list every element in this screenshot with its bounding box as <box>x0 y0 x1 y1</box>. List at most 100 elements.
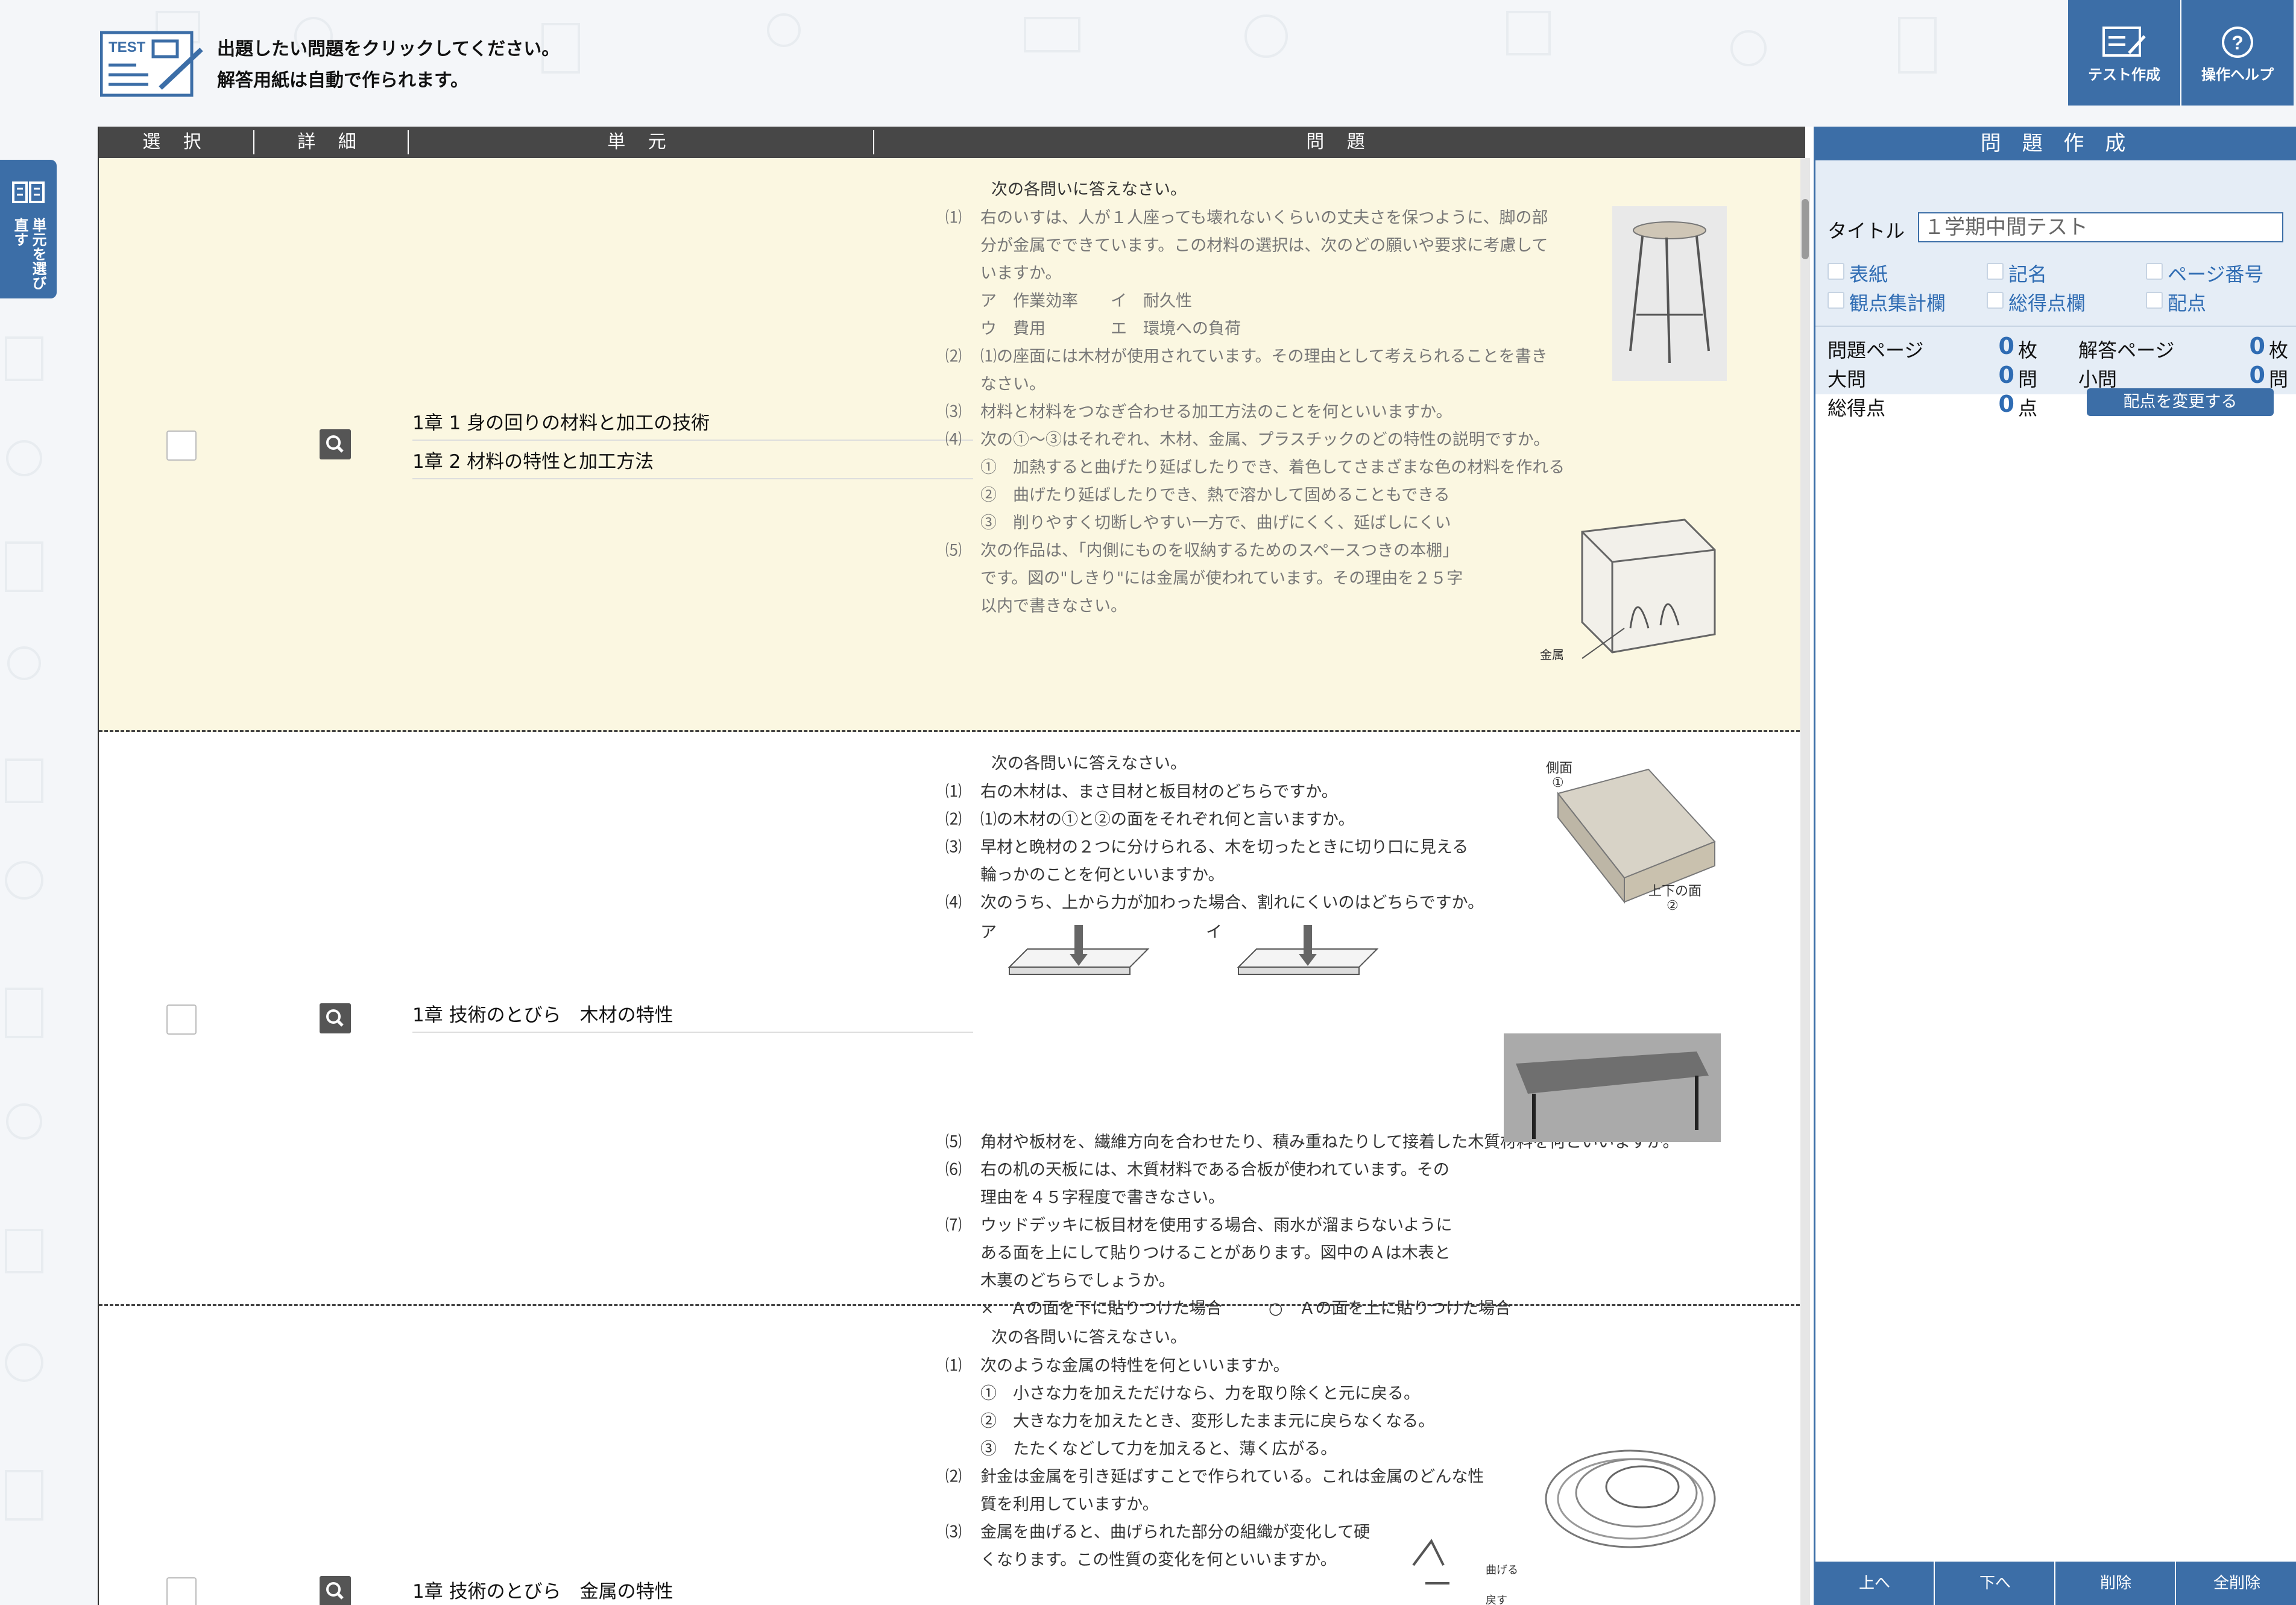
panel-settings: タイトル １学期中間テスト 表紙 記名 ページ番号 観点集計欄 総得点欄 配点 … <box>1815 160 2296 420</box>
big-q-value: 0 <box>1998 362 2014 388</box>
answer-pages-label: 解答ページ <box>2078 339 2175 362</box>
delete-button[interactable]: 削除 <box>2057 1562 2176 1605</box>
question-text-line: くなります。この性質の変化を何といいますか。 <box>980 1551 1337 1569</box>
side-label: 側面 <box>1546 761 1573 776</box>
bend-label: 戻す <box>1486 1594 1507 1605</box>
question-text-line: ウッドデッキに板目材を使用する場合、雨水が溜まらないように <box>980 1216 1452 1235</box>
panel-title: 問 題 作 成 <box>1815 127 2296 160</box>
test-builder-panel: 問 題 作 成 タイトル １学期中間テスト 表紙 記名 ページ番号 観点集計欄 … <box>1814 127 2296 1605</box>
question-number: ⑴ <box>945 1357 962 1375</box>
unit-label: 1章 技術のとびら 金属の特性 <box>412 1576 973 1605</box>
question-text-line: ① 加熱すると曲げたり延ばしたりでき、着色してさまざまな色の材料を作れる <box>980 458 1565 477</box>
question-text-line: 次の作品は、「内側にものを収納するためのスペースつきの本棚」 <box>980 541 1459 560</box>
total-value: 0 <box>1998 391 2014 417</box>
question-text-line: 木裏のどちらでしょうか。 <box>980 1272 1175 1290</box>
table-scroll-thumb[interactable] <box>1802 199 1809 259</box>
stool-image <box>1612 206 1727 381</box>
cover-label: 表紙 <box>1849 263 1888 286</box>
table-row[interactable]: 1章 技術のとびら 木材の特性 次の各問いに答えなさい。 ⑴ 右の木材は、まさ目材… <box>99 732 1805 1318</box>
change-points-button[interactable]: 配点を変更する <box>2087 388 2274 416</box>
help-button[interactable]: ? 操作ヘルプ <box>2181 0 2294 106</box>
name-checkbox[interactable] <box>1987 263 2004 280</box>
question-intro: 次の各問いに答えなさい。 <box>991 754 1187 773</box>
test-logo-icon: TEST <box>100 31 203 97</box>
question-intro: 次の各問いに答えなさい。 <box>991 180 1187 199</box>
select-checkbox[interactable] <box>166 430 197 461</box>
bend-diagram <box>1412 1539 1449 1585</box>
wire-coil-image <box>1545 1449 1716 1548</box>
bookshelf-image <box>1581 519 1716 659</box>
points-label: 配点 <box>2168 292 2207 315</box>
question-text-line: 早材と晩材の２つに分けられる、木を切ったときに切り口に見える <box>980 838 1469 857</box>
name-label: 記名 <box>2008 263 2048 286</box>
question-text-line: ③ 削りやすく切断しやすい一方で、曲げにくく、延ばしにくい <box>980 514 1451 532</box>
question-number: ⑸ <box>945 1133 962 1152</box>
col-select: 選 択 <box>142 131 210 153</box>
table-row[interactable]: 1章 技術のとびら 金属の特性 次の各問いに答えなさい。 ⑴ 次のような金属の特性… <box>99 1306 1805 1605</box>
force-diagram <box>1008 925 1379 975</box>
question-number: ⑹ <box>945 1161 962 1179</box>
move-up-button[interactable]: 上へ <box>1815 1562 1935 1605</box>
cover-checkbox[interactable] <box>1828 263 1844 280</box>
detail-button[interactable] <box>320 429 351 459</box>
small-q-value: 0 <box>2249 362 2265 388</box>
col-question: 問 題 <box>1306 131 1374 153</box>
desk-image <box>1504 1033 1721 1142</box>
instruction-line-2: 解答用紙は自動で作られます。 <box>217 70 468 91</box>
question-text-line: ウ 費用 エ 環境への負荷 <box>980 320 1241 338</box>
total-score-label: 総得点欄 <box>2008 292 2086 315</box>
question-text-line: ⑴の木材の①と②の面をそれぞれ何と言いますか。 <box>980 810 1355 829</box>
table-row[interactable]: 1章 1 身の回りの材料と加工の技術 1章 2 材料の特性と加工方法 次の各問い… <box>99 158 1805 732</box>
question-text-line: 質を利用していますか。 <box>980 1495 1159 1514</box>
question-text-line: ア 作業効率 イ 耐久性 <box>980 292 1192 311</box>
unit-label: 1章 2 材料の特性と加工方法 <box>412 446 973 479</box>
question-number: ⑴ <box>945 783 962 801</box>
col-detail: 詳 細 <box>297 131 365 153</box>
detail-button[interactable] <box>320 1576 351 1605</box>
question-text-line: 分が金属でできています。この材料の選択は、次のどの願いや要求に考慮して <box>980 236 1548 255</box>
question-number: ⑶ <box>945 838 962 857</box>
instruction-text: 出題したい問題をクリックしてください。 解答用紙は自動で作られます。 <box>217 34 560 96</box>
big-q-label: 大問 <box>1828 368 1867 391</box>
total-score-checkbox[interactable] <box>1987 292 2004 309</box>
question-text-line: 理由を４５字程度で書きなさい。 <box>980 1188 1225 1207</box>
unit-label: 1章 技術のとびら 木材の特性 <box>412 1000 973 1033</box>
delete-all-button[interactable]: 全削除 <box>2177 1562 2296 1605</box>
question-number: ⑺ <box>945 1216 962 1235</box>
page-number-label: ページ番号 <box>2168 263 2264 286</box>
question-text-line: 材料と材料をつなぎ合わせる加工方法のことを何といいますか。 <box>980 403 1452 421</box>
question-number: ⑷ <box>945 430 962 449</box>
test-create-icon <box>2102 27 2146 57</box>
question-text-line: ⑴の座面には木材が使用されています。その理由として考えられることを書き <box>980 347 1548 366</box>
select-checkbox[interactable] <box>166 1004 197 1035</box>
question-table: 選 択 詳 細 単 元 問 題 1章 1 身の回りの材料と加工の技術 1章 2 … <box>98 127 1814 1605</box>
select-checkbox[interactable] <box>166 1577 197 1605</box>
figure-label: 金属 <box>1540 648 1564 662</box>
title-input[interactable]: １学期中間テスト <box>1918 212 2283 242</box>
question-text-line: ③ たたくなどして力を加えると、薄く広がる。 <box>980 1440 1337 1458</box>
question-text-line: ② 曲げたり延ばしたりでき、熱で溶かして固めることもできる <box>980 486 1450 505</box>
title-label: タイトル <box>1828 219 1905 242</box>
magnifier-icon <box>326 1009 344 1027</box>
page-number-checkbox[interactable] <box>2146 263 2163 280</box>
magnifier-icon <box>326 435 344 453</box>
table-scrollbar[interactable] <box>1800 158 1810 1605</box>
question-text-line: 輪っかのことを何といいますか。 <box>980 866 1225 884</box>
viewpoint-checkbox[interactable] <box>1828 292 1844 309</box>
question-pages-value: 0 <box>1998 333 2014 359</box>
question-number: ⑶ <box>945 403 962 421</box>
reselect-unit-tab[interactable]: 単元を選び直す <box>0 160 57 298</box>
question-text-line: ② 大きな力を加えたとき、変形したまま元に戻らなくなる。 <box>980 1412 1435 1431</box>
question-text-line: 右のいすは、人が１人座っても壊れないくらいの丈夫さを保つように、脚の部 <box>980 209 1548 227</box>
unit-label: 1章 1 身の回りの材料と加工の技術 <box>412 408 973 441</box>
answer-pages-value: 0 <box>2249 333 2265 359</box>
question-text-line: 針金は金属を引き延ばすことで作られている。これは金属のどんな性 <box>980 1468 1484 1486</box>
test-create-button[interactable]: テスト作成 <box>2068 0 2180 106</box>
detail-button[interactable] <box>320 1003 351 1033</box>
question-text-line: 次のうち、上から力が加わった場合、割れにくいのはどちらですか。 <box>980 894 1484 912</box>
question-text-line: 次の①〜③はそれぞれ、木材、金属、プラスチックのどの特性の説明ですか。 <box>980 430 1550 449</box>
question-number: ⑷ <box>945 894 962 912</box>
big-q-unit: 問 <box>2018 368 2038 391</box>
points-checkbox[interactable] <box>2146 292 2163 309</box>
move-down-button[interactable]: 下へ <box>1936 1562 2055 1605</box>
